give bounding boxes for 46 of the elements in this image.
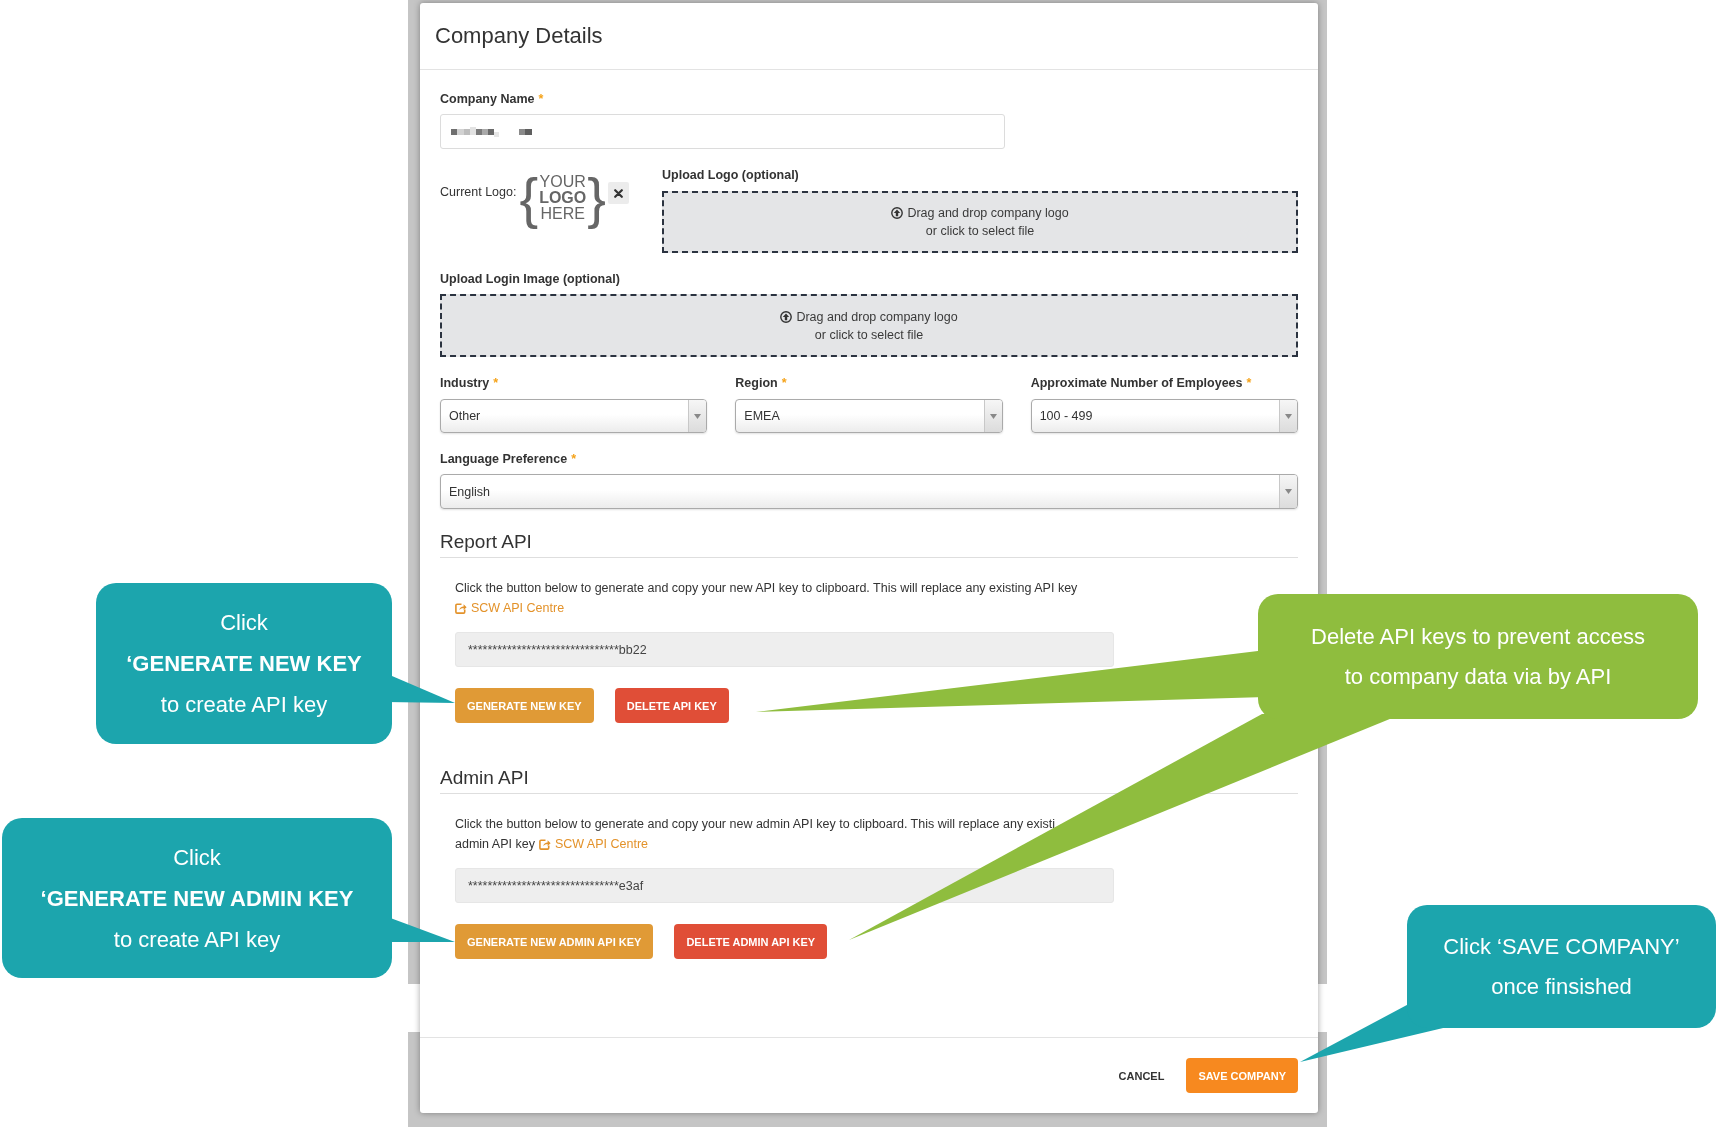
dropdown[interactable]: EMEA — [735, 399, 1003, 433]
dropdown[interactable]: Other — [440, 399, 708, 433]
field-label: Company Name — [440, 91, 535, 108]
caret-icon — [989, 413, 997, 419]
current-logo-label: Current Logo: — [440, 184, 517, 201]
upload-icon — [891, 207, 904, 219]
callout-text: Click ‘GENERATE NEW KEY to create API key — [126, 609, 362, 719]
api-key-field[interactable]: *******************************e3af — [455, 868, 1114, 903]
company-name-field[interactable] — [440, 114, 1005, 149]
field-label: Upload Login Image (optional) — [440, 271, 620, 288]
required-mark: * — [538, 91, 544, 108]
caret-icon — [694, 413, 702, 419]
external-link-icon — [455, 602, 467, 614]
callout-text: Delete API keys to prevent access to company data via by API — [1311, 622, 1645, 691]
logo-brace: } — [587, 168, 606, 228]
dropzone[interactable]: Drag and drop company logo or click to select file — [440, 294, 1298, 357]
required-mark: * — [781, 375, 787, 392]
field-label: Region — [735, 375, 778, 392]
logo-brace: { — [519, 168, 539, 228]
field-label: Industry — [440, 375, 490, 392]
delete-key-button[interactable]: DELETE API KEY — [614, 688, 729, 723]
caret-icon — [1285, 413, 1292, 419]
required-mark: * — [493, 375, 499, 392]
caret-icon — [1285, 489, 1292, 494]
cancel-button[interactable]: CANCEL — [1106, 1058, 1177, 1093]
upload-icon — [780, 310, 793, 323]
delete-key-button[interactable]: DELETE ADMIN API KEY — [674, 924, 828, 959]
dropdown[interactable]: 100 - 499 — [1030, 399, 1298, 433]
api-description: Click the button below to generate and copy your new admin API key to clipboard. This will replace any existi admin API key SCW API Centre — [455, 814, 1298, 854]
required-mark: * — [1246, 375, 1252, 392]
field-label: Upload Logo (optional) — [662, 167, 799, 184]
close-icon — [613, 188, 623, 198]
callout-text: Click ‘GENERATE NEW ADMIN KEY to create API key — [40, 843, 354, 954]
logo-text: YOUR LOGO HERE — [539, 174, 587, 222]
dialog-title: Company Details — [435, 23, 603, 49]
section-heading: Report API — [440, 528, 1298, 558]
remove-logo-button[interactable] — [607, 182, 629, 204]
dropdown[interactable]: English — [440, 474, 1298, 509]
field-label: Language Preference — [440, 451, 568, 468]
api-key-field[interactable]: *******************************bb22 — [455, 632, 1114, 667]
required-mark: * — [571, 451, 576, 468]
external-link-icon — [538, 838, 551, 850]
dropzone[interactable]: Drag and drop company logo or click to select file — [662, 191, 1298, 253]
field-label: Approximate Number of Employees — [1030, 375, 1243, 392]
pixelated-text-icon — [451, 126, 532, 137]
callout-text: Click ‘SAVE COMPANY’ once finsished — [1443, 932, 1680, 1001]
